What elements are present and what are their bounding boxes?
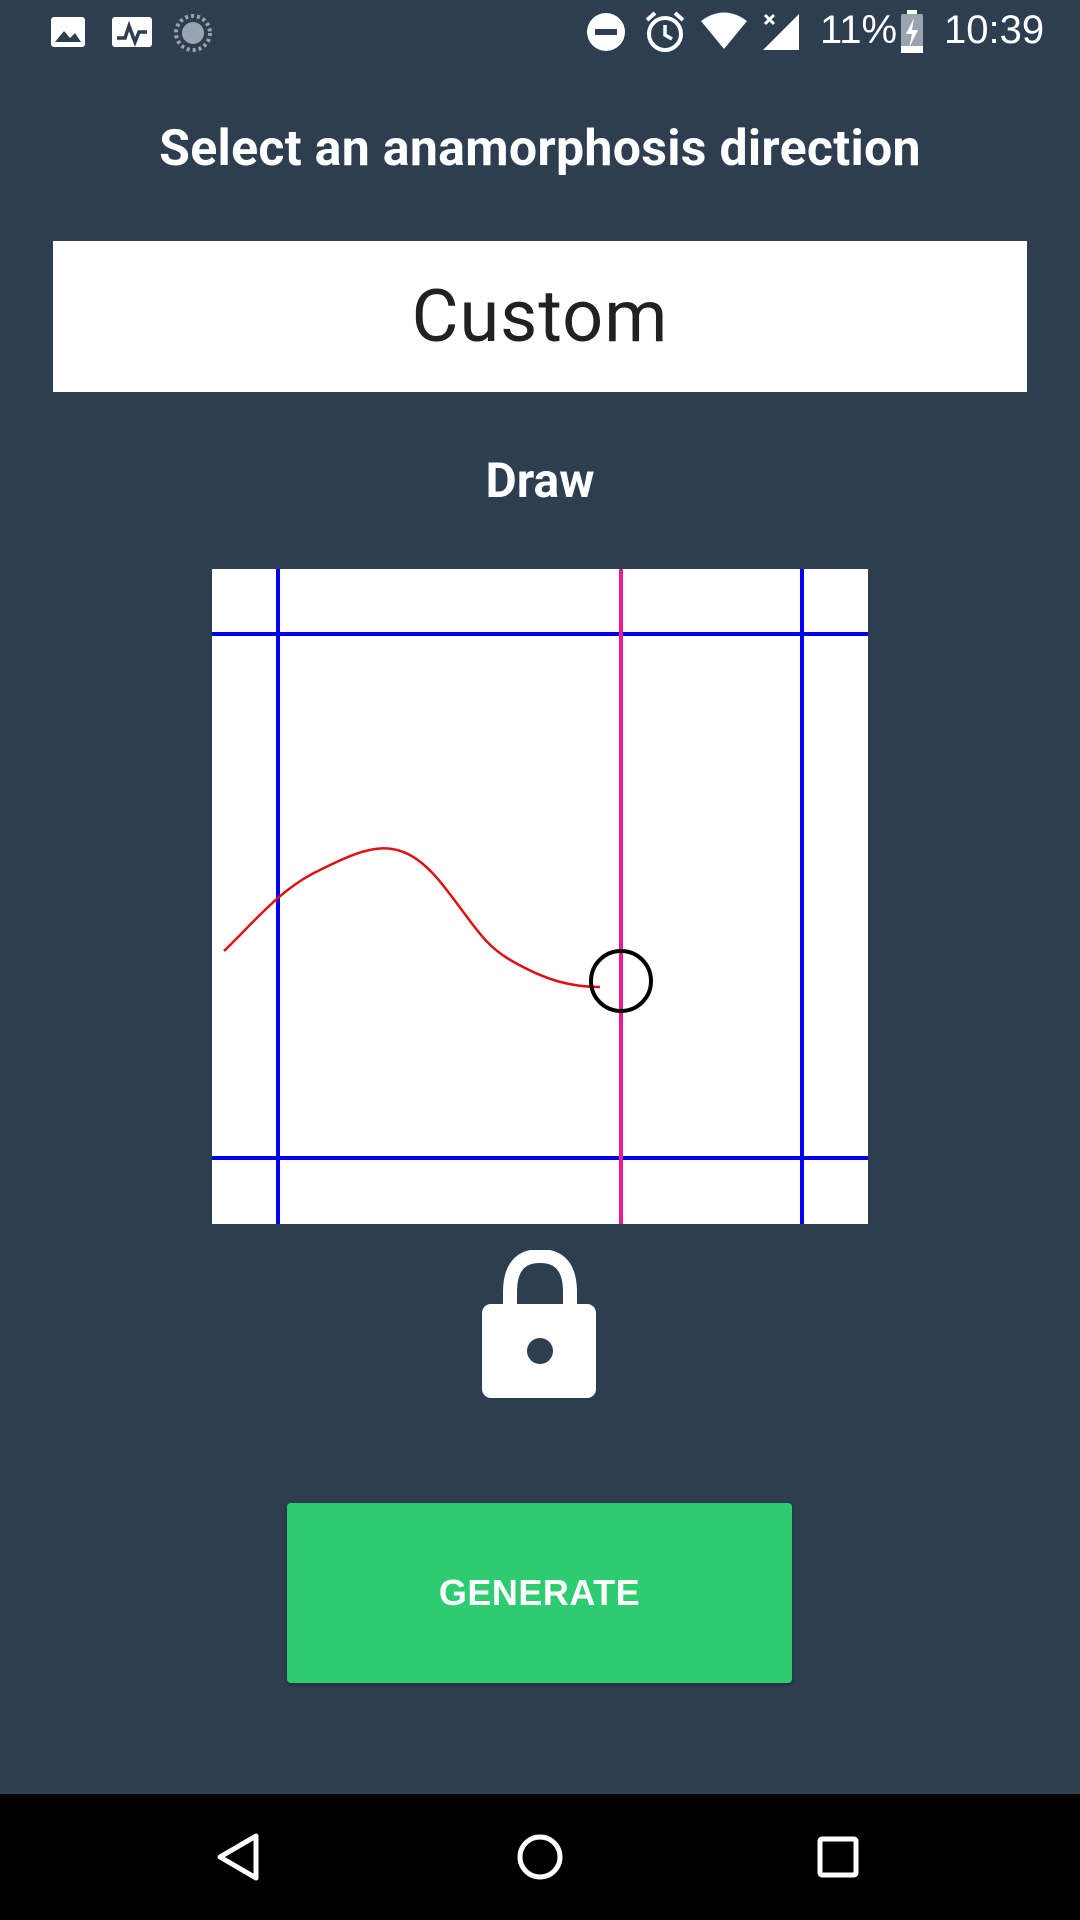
- draw-canvas[interactable]: [212, 569, 868, 1224]
- home-icon[interactable]: [507, 1824, 573, 1890]
- sync-icon: [174, 14, 212, 56]
- do-not-disturb-icon: [586, 12, 626, 56]
- direction-selector[interactable]: Custom: [53, 241, 1027, 392]
- page-title: Select an anamorphosis direction: [159, 120, 921, 178]
- signal-icon: [762, 12, 800, 56]
- back-icon[interactable]: [206, 1824, 272, 1890]
- generate-button[interactable]: GENERATE: [287, 1503, 792, 1683]
- unlocked-padlock-icon[interactable]: [480, 1248, 600, 1402]
- image-icon: [50, 14, 86, 54]
- recents-icon[interactable]: [805, 1824, 871, 1890]
- direction-selected-value: Custom: [411, 274, 669, 359]
- wifi-icon: [700, 12, 748, 54]
- battery-charging-icon: [900, 10, 924, 58]
- status-time: 10:39: [944, 8, 1045, 52]
- draw-label: Draw: [485, 452, 595, 509]
- battery-percent: 11%: [820, 8, 898, 52]
- navigation-bar: [0, 1794, 1080, 1920]
- drawn-stroke: [223, 847, 601, 989]
- status-bar: 11% 10:39: [0, 0, 1080, 64]
- activity-icon: [111, 14, 153, 54]
- alarm-icon: [644, 10, 686, 58]
- app-screen: 11% 10:39 Select an anamorphosis directi…: [0, 0, 1080, 1920]
- draw-canvas-graphics: [212, 569, 868, 1224]
